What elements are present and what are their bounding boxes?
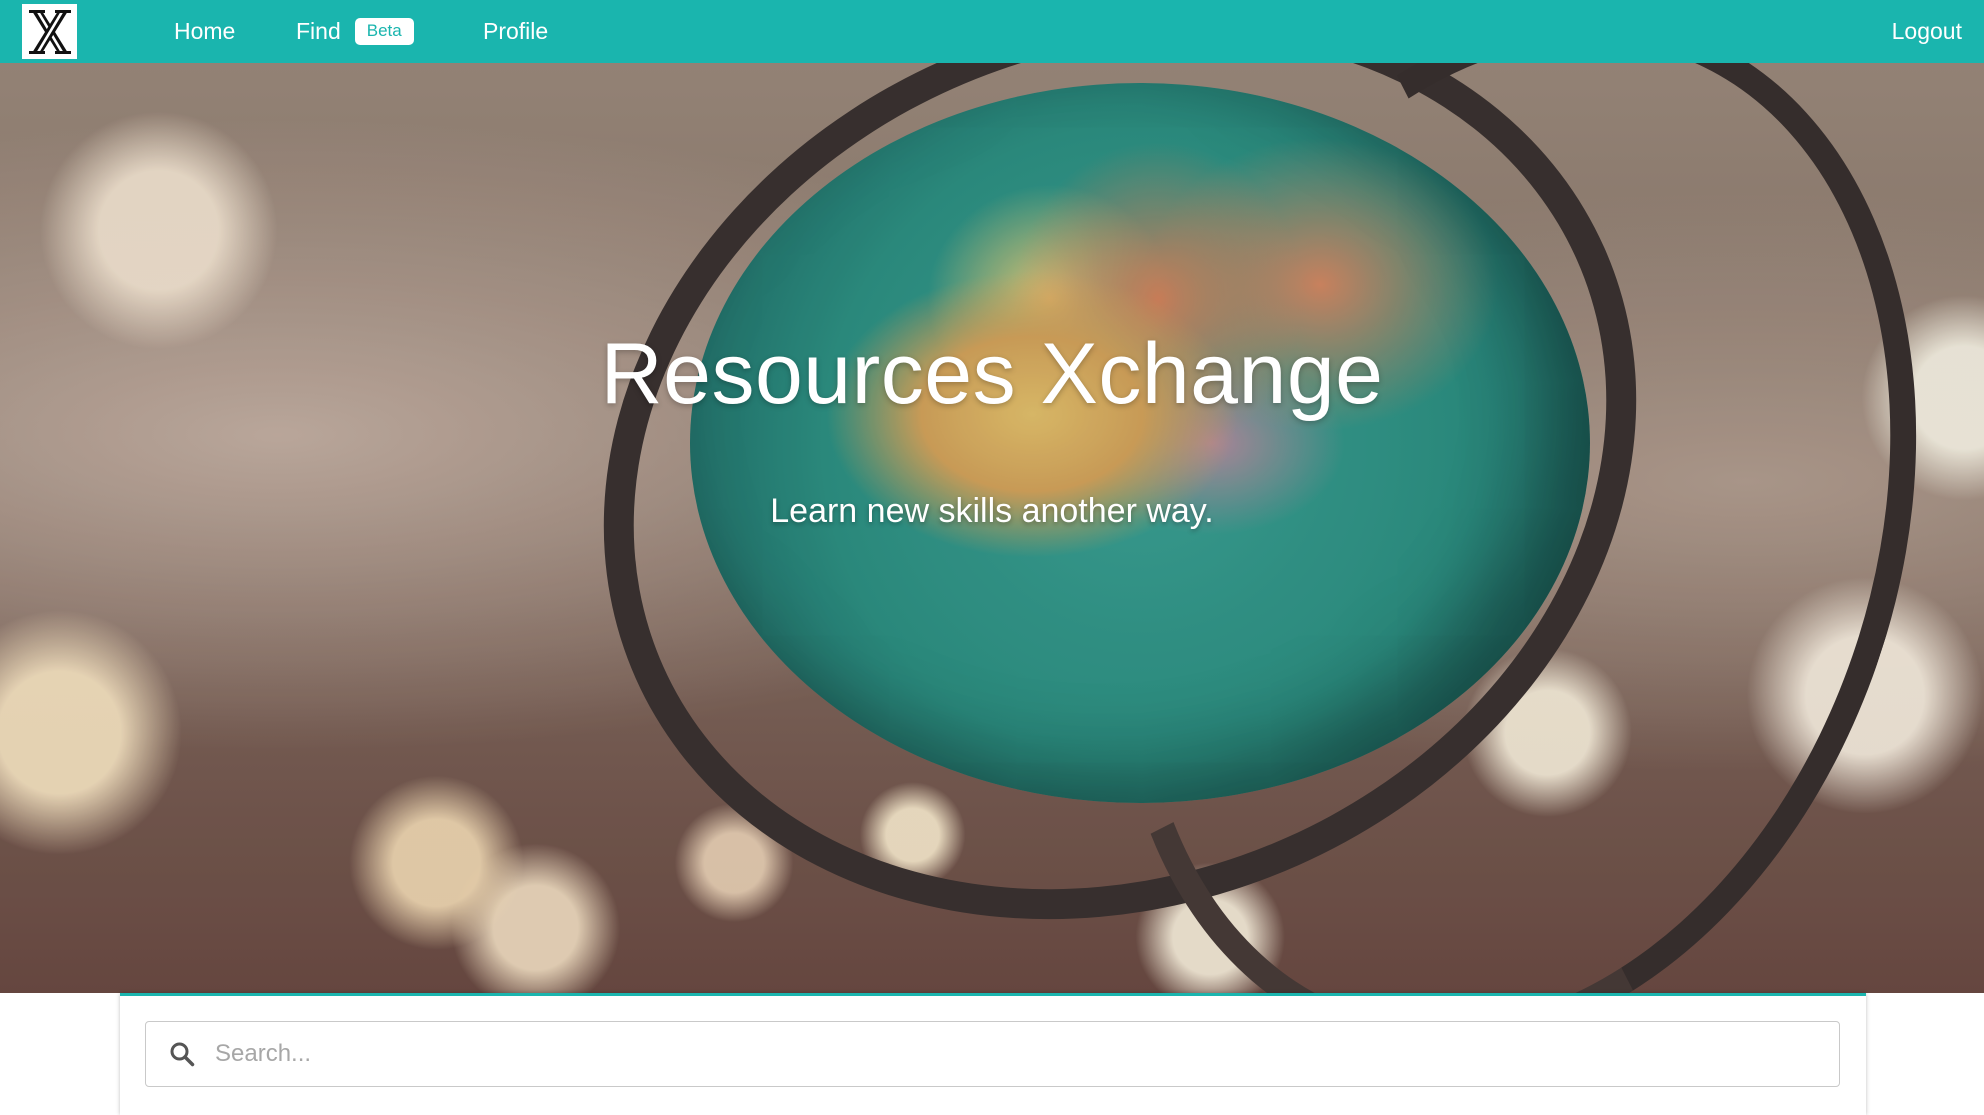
search-icon (167, 1039, 197, 1069)
xchange-logo-icon (28, 9, 71, 54)
hero-banner: Resources Xchange Learn new skills anoth… (0, 63, 1984, 993)
search-box[interactable] (145, 1021, 1840, 1087)
nav-find-link[interactable]: Find Beta (296, 0, 414, 63)
top-navbar: Home Find Beta Profile Logout (0, 0, 1984, 63)
nav-home-link[interactable]: Home (174, 0, 235, 63)
nav-logout-link[interactable]: Logout (1892, 0, 1962, 63)
nav-profile-link[interactable]: Profile (483, 0, 548, 63)
brand-logo[interactable] (22, 4, 77, 59)
search-card (120, 993, 1866, 1115)
nav-find-label: Find (296, 18, 341, 44)
hero-title: Resources Xchange (600, 326, 1384, 422)
hero-subtitle: Learn new skills another way. (770, 492, 1214, 530)
search-input[interactable] (213, 1039, 1797, 1069)
beta-badge: Beta (354, 18, 414, 45)
